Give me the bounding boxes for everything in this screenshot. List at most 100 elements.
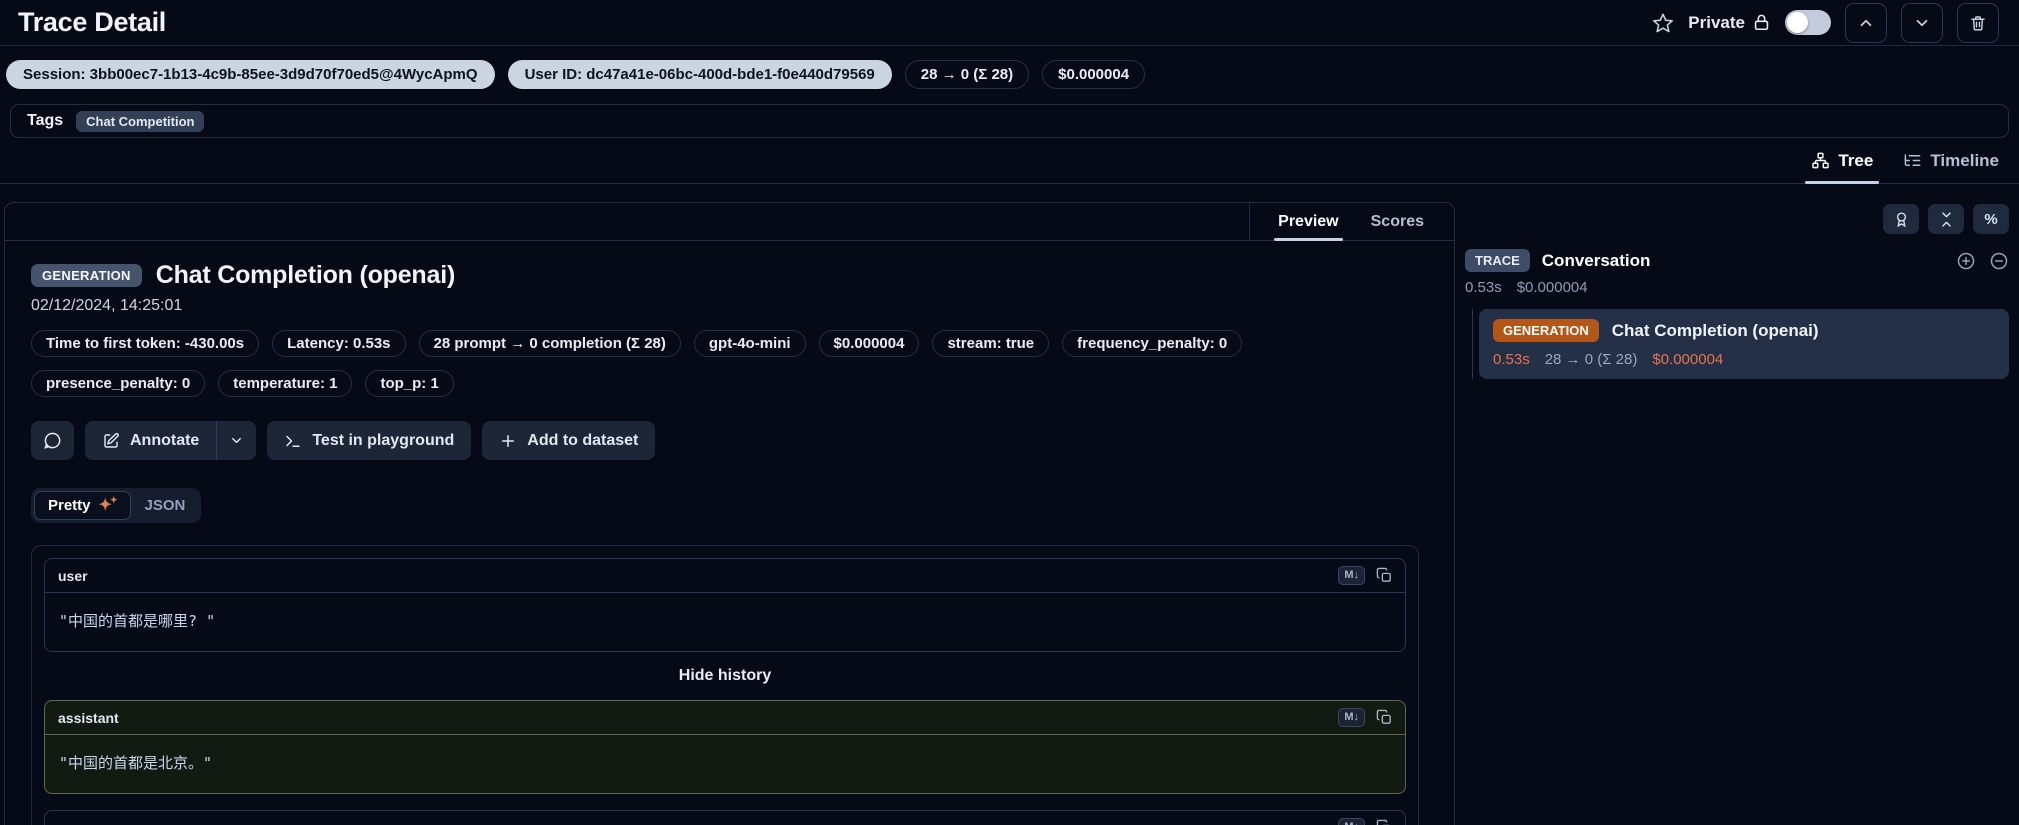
top-bar: Trace Detail Private bbox=[0, 0, 2019, 46]
page-title: Trace Detail bbox=[18, 7, 166, 38]
tab-scores[interactable]: Scores bbox=[1371, 203, 1424, 240]
trace-detail-page: Trace Detail Private bbox=[0, 0, 2019, 825]
next-trace-button[interactable] bbox=[1901, 3, 1943, 43]
tab-preview[interactable]: Preview bbox=[1278, 203, 1338, 240]
generation-node-title: Chat Completion (openai) bbox=[1612, 321, 1819, 341]
user-id-badge[interactable]: User ID: dc47a41e-06bc-400d-bde1-f0e440d… bbox=[508, 60, 892, 89]
messages-container: user M↓ "中国的首都是哪里? " Hide history bbox=[31, 545, 1419, 825]
markdown-toggle-icon[interactable]: M↓ bbox=[1338, 708, 1365, 727]
chevrons-collapse-icon bbox=[1938, 211, 1955, 228]
message-user-2: user M↓ "谢谢" bbox=[44, 810, 1406, 825]
node-cost: $0.000004 bbox=[1652, 351, 1723, 368]
preview-scores-tabbar: Preview Scores bbox=[5, 203, 1454, 241]
format-json-segment[interactable]: JSON bbox=[131, 492, 198, 519]
trace-type-badge: TRACE bbox=[1465, 249, 1530, 272]
expand-node-button[interactable] bbox=[1956, 251, 1976, 271]
pill-presence-penalty: presence_penalty: 0 bbox=[31, 370, 205, 397]
test-in-playground-button[interactable]: Test in playground bbox=[267, 421, 471, 460]
observation-header: GENERATION Chat Completion (openai) bbox=[31, 261, 1428, 290]
message-user-1: user M↓ "中国的首都是哪里? " bbox=[44, 558, 1406, 652]
observation-card: Preview Scores GENERATION Chat Completio… bbox=[4, 202, 1455, 825]
sparkles-icon: ✦✦ bbox=[99, 498, 118, 514]
format-pretty-segment[interactable]: Pretty ✦✦ bbox=[34, 491, 131, 520]
message-content: "中国的首都是哪里? " bbox=[45, 593, 1405, 651]
node-tokens: 28 → 0 (Σ 28) bbox=[1545, 351, 1638, 368]
action-buttons-row: Annotate Test in playgroun bbox=[31, 421, 1428, 460]
session-badge[interactable]: Session: 3bb00ec7-1b13-4c9b-85ee-3d9d70f… bbox=[6, 60, 495, 89]
plus-circle-icon bbox=[1956, 251, 1976, 271]
percent-icon: % bbox=[1984, 211, 1997, 228]
top-bar-actions: Private bbox=[1652, 3, 1999, 43]
trace-stats: 0.53s $0.000004 bbox=[1465, 279, 2009, 296]
message-role: user bbox=[58, 820, 88, 825]
privacy-label-group: Private bbox=[1688, 13, 1771, 33]
copy-icon[interactable] bbox=[1376, 709, 1393, 726]
trace-tree-panel: % TRACE Conversation bbox=[1463, 202, 2009, 379]
pill-stream: stream: true bbox=[932, 330, 1049, 357]
trace-latency: 0.53s bbox=[1465, 279, 1502, 296]
privacy-toggle[interactable] bbox=[1785, 10, 1831, 35]
add-to-dataset-button[interactable]: Add to dataset bbox=[482, 421, 655, 460]
annotate-split-button: Annotate bbox=[85, 421, 256, 460]
delete-trace-button[interactable] bbox=[1957, 3, 1999, 43]
collapse-all-button[interactable] bbox=[1928, 204, 1964, 234]
message-header: user M↓ bbox=[45, 811, 1405, 825]
tab-timeline-label: Timeline bbox=[1930, 151, 1999, 171]
trash-icon bbox=[1969, 14, 1987, 32]
pill-latency: Latency: 0.53s bbox=[272, 330, 405, 357]
tags-label: Tags bbox=[27, 112, 63, 130]
annotate-dropdown-button[interactable] bbox=[217, 421, 256, 460]
chevron-down-icon bbox=[1913, 14, 1931, 32]
trace-title: Conversation bbox=[1542, 251, 1651, 271]
pill-temperature: temperature: 1 bbox=[218, 370, 352, 397]
tab-timeline[interactable]: Timeline bbox=[1903, 138, 1999, 183]
parameter-pills: Time to first token: -430.00s Latency: 0… bbox=[31, 330, 1391, 397]
copy-icon[interactable] bbox=[1376, 567, 1393, 584]
pretty-label: Pretty bbox=[48, 497, 91, 514]
tree-icon bbox=[1811, 151, 1830, 170]
message-role: user bbox=[58, 568, 88, 584]
tags-section: Tags Chat Competition bbox=[10, 104, 2009, 138]
chevron-down-icon bbox=[229, 433, 244, 448]
timeline-list-icon bbox=[1903, 151, 1922, 170]
main-content: Preview Scores GENERATION Chat Completio… bbox=[0, 184, 2019, 825]
tab-tree[interactable]: Tree bbox=[1811, 138, 1873, 183]
pill-cost: $0.000004 bbox=[819, 330, 920, 357]
observation-timestamp: 02/12/2024, 14:25:01 bbox=[31, 297, 1428, 315]
view-tabs: Tree Timeline bbox=[0, 138, 2019, 184]
node-latency: 0.53s bbox=[1493, 351, 1530, 368]
metrics-percent-button[interactable]: % bbox=[1973, 204, 2009, 234]
annotate-button[interactable]: Annotate bbox=[85, 421, 216, 460]
previous-trace-button[interactable] bbox=[1845, 3, 1887, 43]
meta-badges-row: Session: 3bb00ec7-1b13-4c9b-85ee-3d9d70f… bbox=[0, 46, 2019, 102]
edit-pencil-icon bbox=[102, 432, 120, 450]
trace-root-row[interactable]: TRACE Conversation bbox=[1465, 249, 2009, 272]
minus-circle-icon bbox=[1989, 251, 2009, 271]
message-assistant: assistant M↓ "中国的首都是北京。" bbox=[44, 700, 1406, 794]
observation-title: Chat Completion (openai) bbox=[156, 261, 455, 290]
award-icon bbox=[1893, 211, 1910, 228]
generation-type-badge: GENERATION bbox=[31, 264, 142, 287]
message-role: assistant bbox=[58, 710, 119, 726]
plus-icon bbox=[499, 432, 517, 450]
markdown-toggle-icon[interactable]: M↓ bbox=[1338, 566, 1365, 585]
tag-chat-competition[interactable]: Chat Competition bbox=[76, 111, 204, 132]
tree-children: GENERATION Chat Completion (openai) 0.53… bbox=[1472, 309, 2009, 379]
token-usage-badge: 28 → 0 (Σ 28) bbox=[905, 60, 1029, 89]
scores-toggle-button[interactable] bbox=[1883, 204, 1919, 234]
terminal-icon bbox=[284, 432, 302, 450]
collapse-node-button[interactable] bbox=[1989, 251, 2009, 271]
markdown-toggle-icon[interactable]: M↓ bbox=[1338, 818, 1365, 825]
annotate-label: Annotate bbox=[130, 432, 199, 450]
tab-tree-label: Tree bbox=[1838, 151, 1873, 171]
copy-icon[interactable] bbox=[1376, 819, 1393, 825]
comment-bubble-icon bbox=[43, 431, 62, 450]
message-header: user M↓ bbox=[45, 559, 1405, 593]
bookmark-star-button[interactable] bbox=[1652, 12, 1674, 34]
generation-tree-node[interactable]: GENERATION Chat Completion (openai) 0.53… bbox=[1479, 309, 2009, 379]
pill-frequency-penalty: frequency_penalty: 0 bbox=[1062, 330, 1242, 357]
generation-node-badge: GENERATION bbox=[1493, 319, 1599, 342]
pill-time-to-first-token: Time to first token: -430.00s bbox=[31, 330, 259, 357]
comment-button[interactable] bbox=[31, 421, 74, 460]
hide-history-button[interactable]: Hide history bbox=[44, 667, 1406, 685]
